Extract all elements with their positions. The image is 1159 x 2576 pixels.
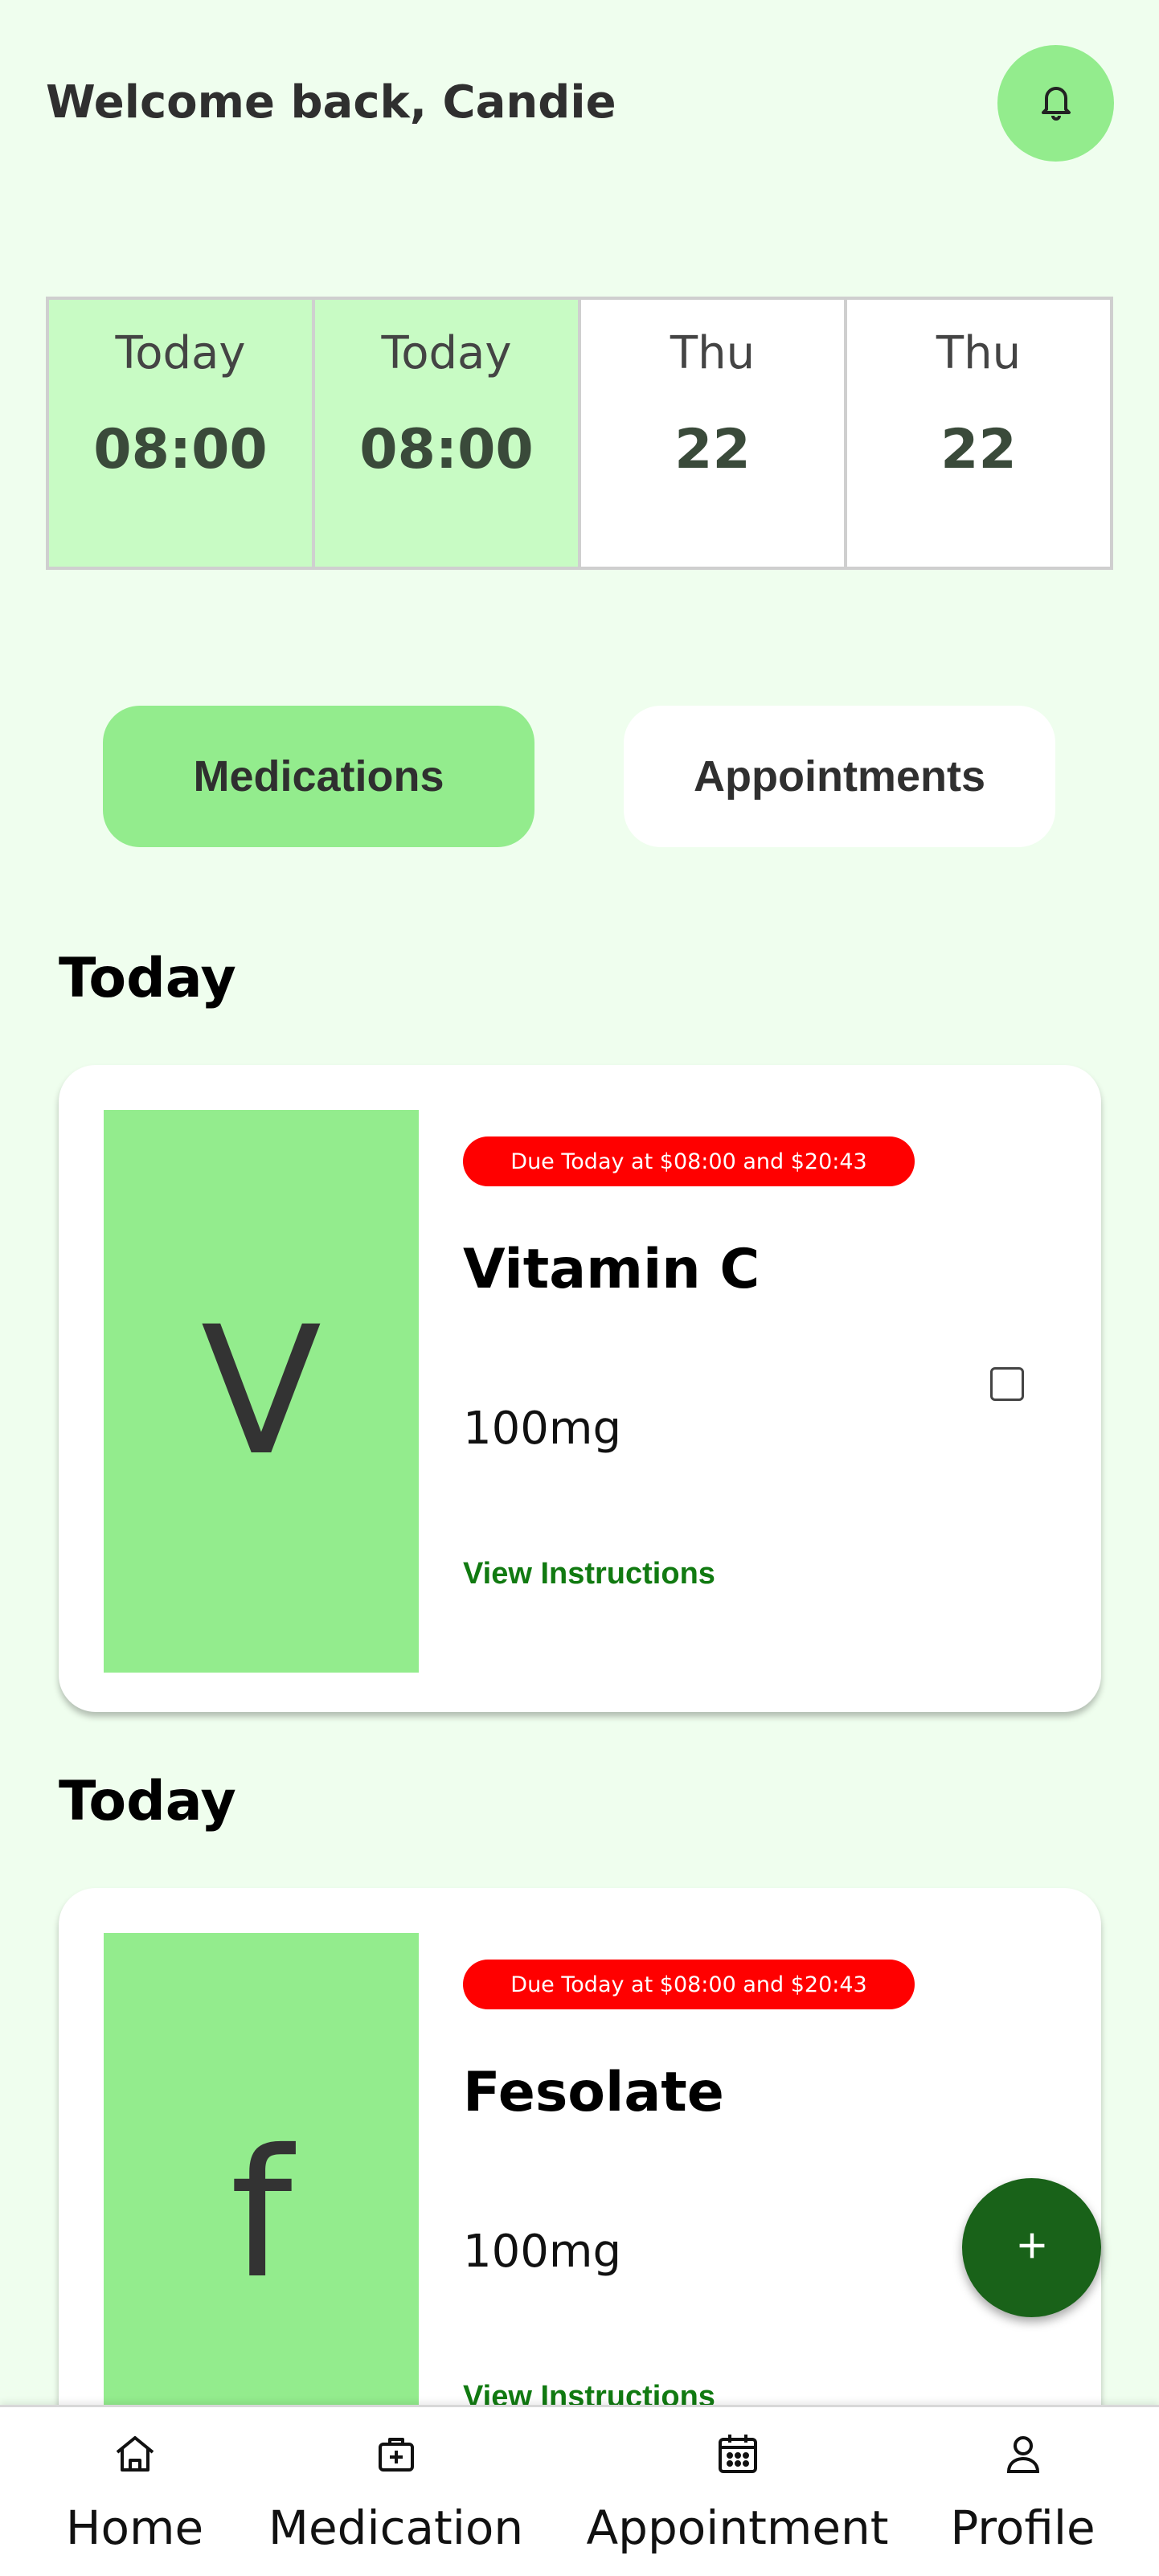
nav-label: Home (65, 2500, 204, 2555)
date-strip: Today 08:00 Today 08:00 Thu 22 Thu 22 (46, 297, 1113, 570)
nav-label: Profile (950, 2500, 1096, 2555)
date-label: Today (115, 327, 246, 379)
date-label: Today (381, 327, 512, 379)
plus-icon (1014, 2228, 1050, 2267)
date-cell[interactable]: Thu 22 (844, 297, 1113, 570)
date-value: 22 (674, 418, 751, 481)
nav-item-medication[interactable]: Medication (257, 2407, 534, 2576)
date-cell[interactable]: Today 08:00 (46, 297, 312, 570)
taken-checkbox[interactable] (990, 1367, 1024, 1401)
nav-label: Appointment (586, 2500, 889, 2555)
date-cell[interactable]: Today 08:00 (312, 297, 578, 570)
bottom-nav: Home Medication Appointment Profile (0, 2405, 1159, 2576)
user-icon (1004, 2430, 1042, 2478)
medication-initial: V (104, 1110, 419, 1673)
date-label: Thu (936, 327, 1022, 379)
due-badge: Due Today at $08:00 and $20:43 (463, 1136, 915, 1186)
date-value: 08:00 (359, 418, 534, 481)
section-heading: Today (59, 1770, 236, 1833)
nav-item-home[interactable]: Home (48, 2407, 221, 2576)
tab-appointments[interactable]: Appointments (624, 706, 1055, 847)
nav-item-appointment[interactable]: Appointment (579, 2407, 896, 2576)
section-heading: Today (59, 947, 236, 1010)
welcome-title: Welcome back, Candie (46, 76, 616, 129)
date-label: Thu (670, 327, 756, 379)
medkit-icon (375, 2430, 417, 2478)
nav-item-profile[interactable]: Profile (936, 2407, 1109, 2576)
tab-medications[interactable]: Medications (103, 706, 534, 847)
home-icon (113, 2430, 158, 2478)
medication-dose: 100mg (463, 1403, 621, 1455)
medication-dose: 100mg (463, 2226, 621, 2278)
nav-label: Medication (268, 2500, 524, 2555)
notifications-button[interactable] (997, 45, 1114, 162)
medication-name: Fesolate (463, 2061, 724, 2124)
view-instructions-link[interactable]: View Instructions (463, 1557, 715, 1591)
calendar-icon (715, 2430, 760, 2478)
medication-name: Vitamin C (463, 1238, 760, 1301)
add-button[interactable] (962, 2178, 1101, 2317)
date-value: 22 (940, 418, 1017, 481)
date-value: 08:00 (93, 418, 268, 481)
bell-icon (1037, 80, 1075, 126)
due-badge: Due Today at $08:00 and $20:43 (463, 1960, 915, 2009)
date-cell[interactable]: Thu 22 (578, 297, 844, 570)
medication-card[interactable]: V Due Today at $08:00 and $20:43 Vitamin… (59, 1065, 1101, 1712)
